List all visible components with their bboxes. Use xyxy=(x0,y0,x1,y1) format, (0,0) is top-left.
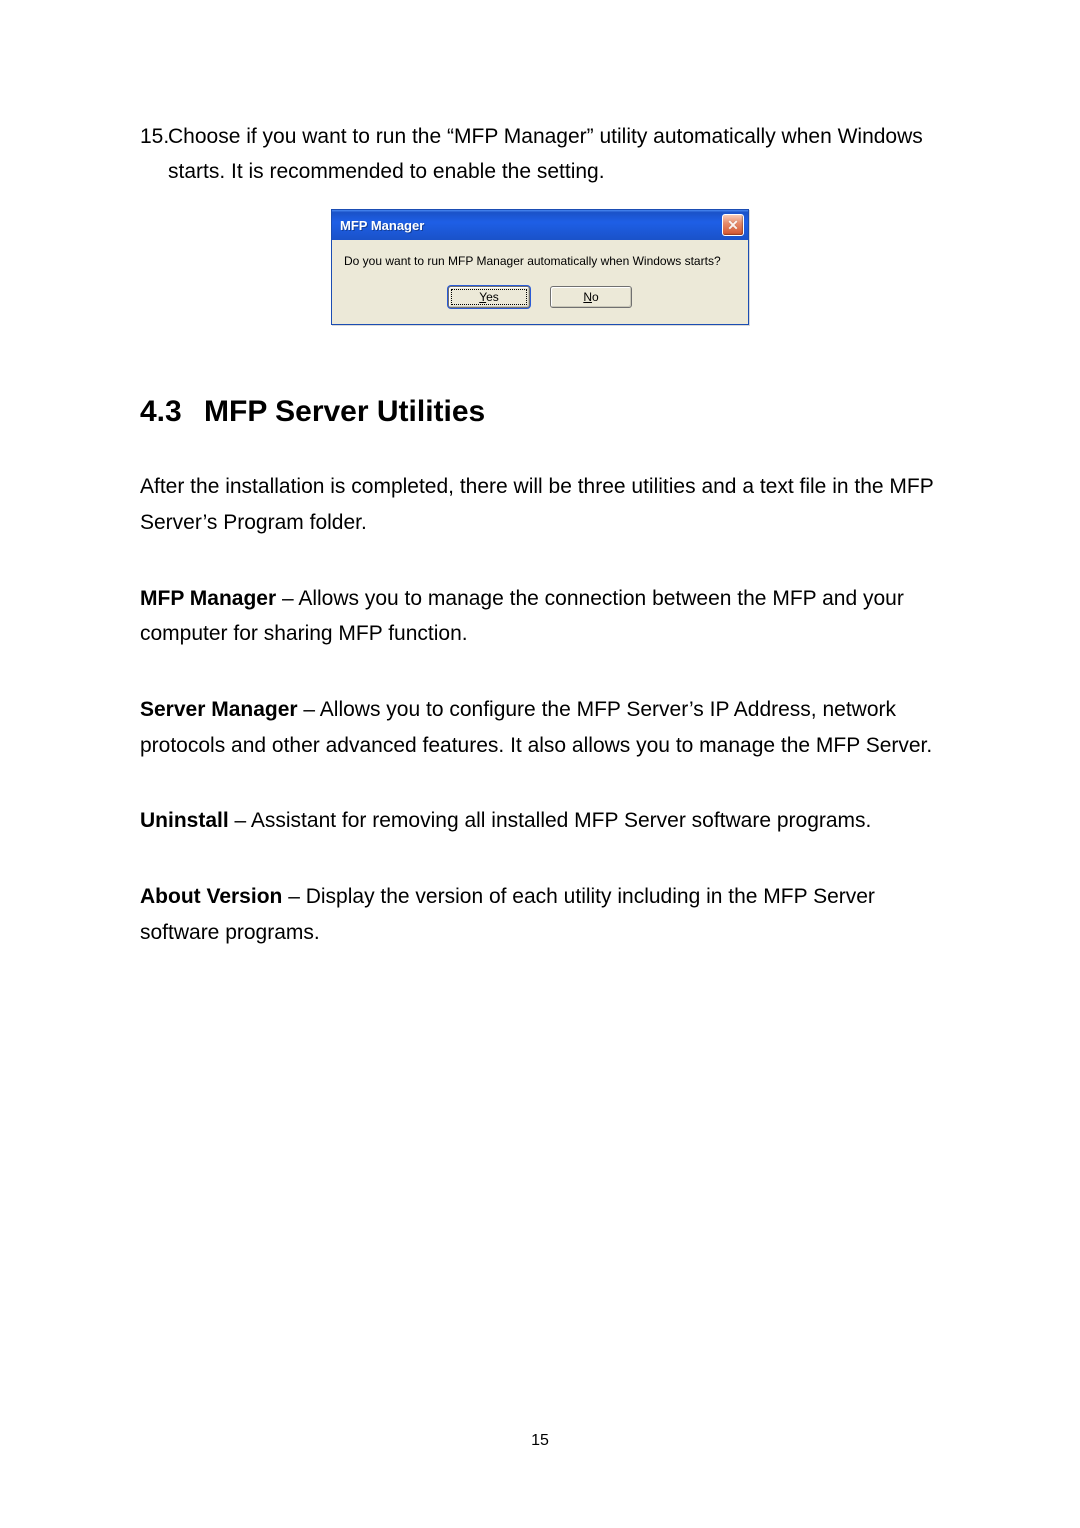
uninstall-paragraph: Uninstall – Assistant for removing all i… xyxy=(140,803,940,839)
server-manager-label: Server Manager xyxy=(140,698,298,721)
page-number: 15 xyxy=(0,1432,1080,1450)
about-version-paragraph: About Version – Display the version of e… xyxy=(140,879,940,950)
mfp-manager-label: MFP Manager xyxy=(140,587,276,610)
about-version-label: About Version xyxy=(140,885,282,908)
section-title: MFP Server Utilities xyxy=(204,395,485,428)
section-number: 4.3 xyxy=(140,395,204,429)
yes-rest: es xyxy=(486,290,499,304)
section-heading: 4.3MFP Server Utilities xyxy=(140,395,940,429)
dialog-button-row: Yes No xyxy=(344,286,736,308)
server-manager-paragraph: Server Manager – Allows you to configure… xyxy=(140,692,940,763)
uninstall-label: Uninstall xyxy=(140,809,229,832)
yes-button[interactable]: Yes xyxy=(448,286,530,308)
no-button[interactable]: No xyxy=(550,286,632,308)
dialog-titlebar: MFP Manager ✕ xyxy=(332,210,748,240)
dialog-screenshot: MFP Manager ✕ Do you want to run MFP Man… xyxy=(140,209,940,325)
intro-paragraph: After the installation is completed, the… xyxy=(140,469,940,540)
dialog-title: MFP Manager xyxy=(340,218,424,233)
document-page: 15. Choose if you want to run the “MFP M… xyxy=(0,0,1080,1528)
uninstall-text: – Assistant for removing all installed M… xyxy=(229,809,872,832)
close-icon: ✕ xyxy=(727,218,739,232)
dialog-message: Do you want to run MFP Manager automatic… xyxy=(344,254,736,268)
step-number: 15. xyxy=(140,120,168,189)
step-text: Choose if you want to run the “MFP Manag… xyxy=(168,120,940,189)
no-mnemonic: N xyxy=(583,290,592,304)
step-15: 15. Choose if you want to run the “MFP M… xyxy=(140,120,940,189)
mfp-manager-paragraph: MFP Manager – Allows you to manage the c… xyxy=(140,581,940,652)
mfp-manager-dialog: MFP Manager ✕ Do you want to run MFP Man… xyxy=(331,209,749,325)
close-button[interactable]: ✕ xyxy=(722,214,744,236)
dialog-body: Do you want to run MFP Manager automatic… xyxy=(332,240,748,324)
no-rest: o xyxy=(592,290,599,304)
